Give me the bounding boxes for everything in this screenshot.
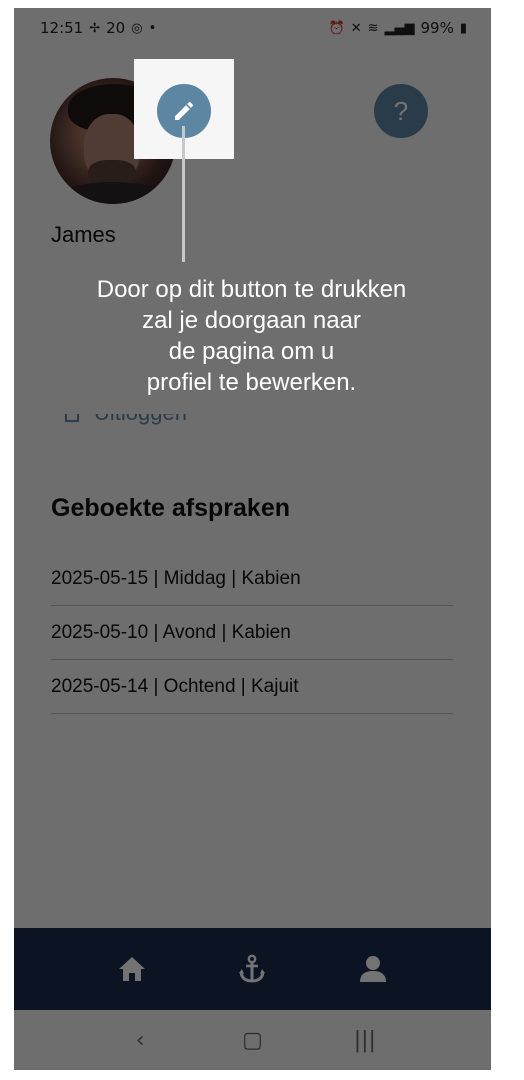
battery-icon: ▮: [459, 20, 467, 36]
appointments-title: Geboekte afspraken: [51, 494, 290, 522]
pencil-icon: [175, 101, 194, 120]
notification-count: 20: [106, 19, 126, 37]
appointment-text: 2025-05-10 | Avond | Kabien: [51, 621, 291, 643]
instagram-icon: ◎: [131, 20, 143, 36]
back-icon: ‹: [135, 1027, 145, 1053]
back-button[interactable]: ‹: [120, 1020, 160, 1060]
question-icon: ?: [393, 95, 409, 126]
dot-icon: •: [148, 20, 157, 36]
status-left: 12:51 ✢ 20 ◎ •: [40, 19, 156, 37]
home-system-icon: ▢: [242, 1027, 263, 1053]
list-item[interactable]: 2025-05-14 | Ochtend | Kajuit: [51, 660, 453, 714]
list-item[interactable]: 2025-05-10 | Avond | Kabien: [51, 606, 453, 660]
tooltip-line: Door op dit button te drukken: [96, 276, 407, 303]
person-icon[interactable]: [353, 949, 393, 989]
battery-percent: 99%: [420, 19, 454, 37]
status-bar: 12:51 ✢ 20 ◎ • ⏰ ✕ ≋ ▂▄▆ 99% ▮: [14, 8, 491, 48]
alarm-icon: ⏰: [328, 20, 345, 36]
phone-screen: 12:51 ✢ 20 ◎ • ⏰ ✕ ≋ ▂▄▆ 99% ▮ ? James U…: [14, 8, 491, 1070]
appointment-text: 2025-05-15 | Middag | Kabien: [51, 567, 301, 589]
status-time: 12:51: [40, 19, 84, 37]
home-icon[interactable]: [112, 949, 152, 989]
tooltip-line: zal je doorgaan naar: [142, 307, 361, 334]
mute-icon: ✕: [350, 20, 362, 36]
list-item[interactable]: 2025-05-15 | Middag | Kabien: [51, 552, 453, 606]
bottom-nav: [14, 928, 491, 1010]
appointment-text: 2025-05-14 | Ochtend | Kajuit: [51, 675, 299, 697]
tutorial-tooltip: Door op dit button te drukken zal je doo…: [43, 262, 460, 414]
recents-icon: |||: [353, 1027, 376, 1053]
status-right: ⏰ ✕ ≋ ▂▄▆ 99% ▮: [329, 19, 468, 37]
recents-button[interactable]: |||: [345, 1020, 385, 1060]
android-nav: ‹ ▢ |||: [14, 1010, 491, 1070]
signal-icon: ▂▄▆: [384, 20, 415, 36]
appointments-list: 2025-05-15 | Middag | Kabien 2025-05-10 …: [51, 552, 453, 714]
wifi-icon: ≋: [367, 20, 379, 36]
tooltip-pointer: [182, 126, 185, 263]
profile-name: James: [51, 222, 116, 247]
tooltip-line: profiel te bewerken.: [146, 369, 357, 396]
tooltip-line: de pagina om u: [168, 338, 335, 365]
home-system-button[interactable]: ▢: [232, 1020, 272, 1060]
anchor-icon[interactable]: [232, 949, 272, 989]
help-button[interactable]: ?: [374, 84, 428, 138]
fan-icon: ✢: [89, 20, 101, 36]
